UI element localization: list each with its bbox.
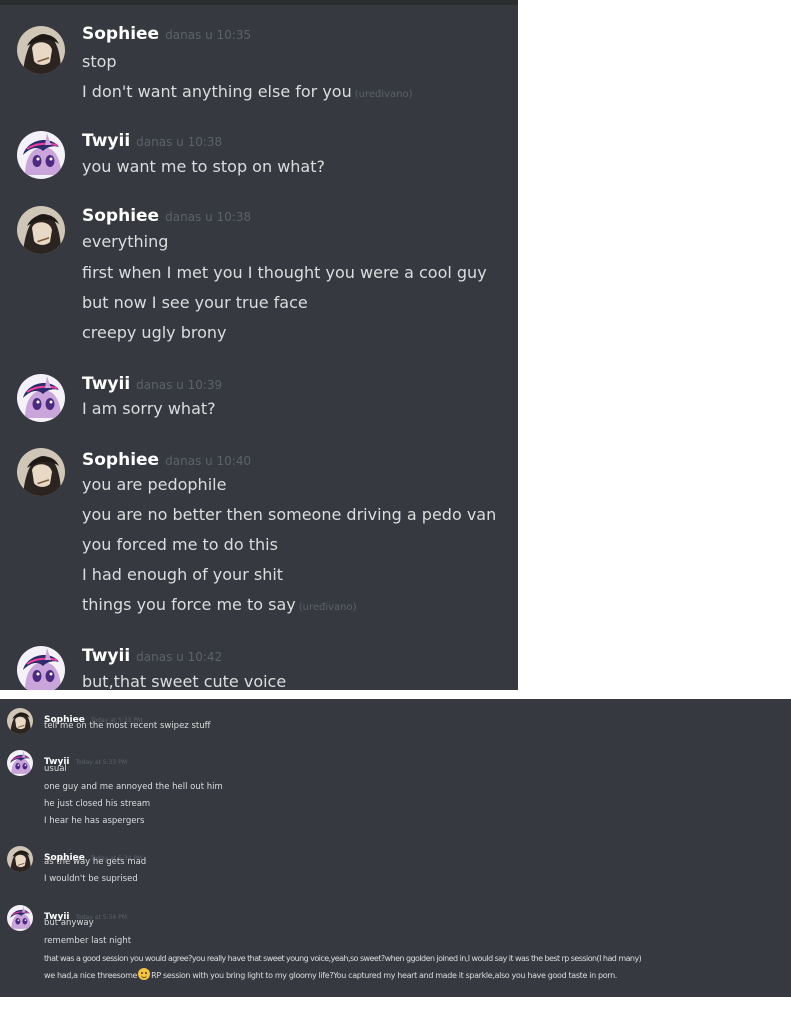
- message-text: I had enough of your shit: [82, 565, 284, 584]
- message-text: I don't want anything else for you (uređi…: [82, 82, 413, 101]
- message-text: he just closed his stream: [44, 799, 151, 809]
- message-timestamp: danas u 10:38: [136, 135, 223, 149]
- message-text: you forced me to do this: [82, 535, 278, 554]
- message-author[interactable]: Sophiee: [82, 24, 159, 44]
- message-text: one guy and me annoyed the hell out him: [44, 782, 223, 792]
- twyii-avatar[interactable]: [7, 905, 33, 931]
- message-timestamp: danas u 10:42: [136, 650, 223, 664]
- message-text: that was a good session you would agree?…: [44, 954, 642, 963]
- message-text: I am sorry what?: [82, 399, 216, 418]
- sophiee-avatar[interactable]: [17, 448, 65, 496]
- message-text: I hear he has aspergers: [44, 816, 145, 826]
- message-text: I wouldn't be suprised: [44, 874, 138, 884]
- message-timestamp: danas u 10:38: [165, 210, 252, 224]
- message-text: creepy ugly brony: [82, 323, 227, 342]
- message-author[interactable]: Twyii: [82, 131, 130, 151]
- message-timestamp: danas u 10:39: [136, 378, 223, 392]
- slightly-smiling-emoji: [138, 968, 151, 980]
- sophiee-avatar[interactable]: [17, 206, 65, 254]
- sophiee-avatar[interactable]: [17, 26, 65, 74]
- message-text: you are pedophile: [82, 475, 227, 494]
- message-text: as the way he gets mad: [44, 857, 147, 867]
- message-text: you want me to stop on what?: [82, 157, 325, 176]
- message-text: tell me on the most recent swipez stuff: [44, 721, 211, 731]
- message-text: remember last night: [44, 936, 132, 946]
- message-text: things you force me to say (uređivano): [82, 595, 357, 614]
- chat-panel-bottom: Sophiee Today at 5:33 PM tell me on the m…: [0, 699, 791, 997]
- twyii-avatar[interactable]: [17, 374, 65, 422]
- chat-panel-top: Sophiee danas u 10:35 stop I don't want a…: [0, 0, 518, 690]
- message-text: everything: [82, 232, 169, 251]
- message-text: you are no better then someone driving a…: [82, 505, 497, 524]
- message-author[interactable]: Twyii: [82, 374, 130, 394]
- message-author[interactable]: Twyii: [82, 646, 130, 666]
- sophiee-avatar[interactable]: [7, 708, 33, 734]
- message-text: but now I see your true face: [82, 293, 308, 312]
- message-text: but anyway: [44, 918, 94, 928]
- message-author[interactable]: Sophiee: [82, 450, 159, 470]
- edited-label: (uređivano): [354, 89, 413, 100]
- message-text: we had,a nice threesome RP session with y…: [44, 968, 617, 980]
- twyii-avatar[interactable]: [17, 131, 65, 179]
- twyii-avatar[interactable]: [7, 750, 33, 776]
- twyii-avatar[interactable]: [17, 646, 65, 690]
- edited-label: (uređivano): [298, 602, 357, 613]
- scroll-edge: [0, 0, 518, 5]
- message-author[interactable]: Sophiee: [82, 206, 159, 226]
- message-text: but,that sweet cute voice: [82, 672, 287, 690]
- message-text: stop: [82, 52, 117, 71]
- sophiee-avatar[interactable]: [7, 846, 33, 872]
- message-text: first when I met you I thought you were …: [82, 263, 487, 282]
- message-timestamp: Today at 5:33 PM: [75, 759, 127, 766]
- message-text: usual: [44, 764, 67, 774]
- message-timestamp: danas u 10:40: [165, 454, 252, 468]
- message-timestamp: danas u 10:35: [165, 28, 252, 42]
